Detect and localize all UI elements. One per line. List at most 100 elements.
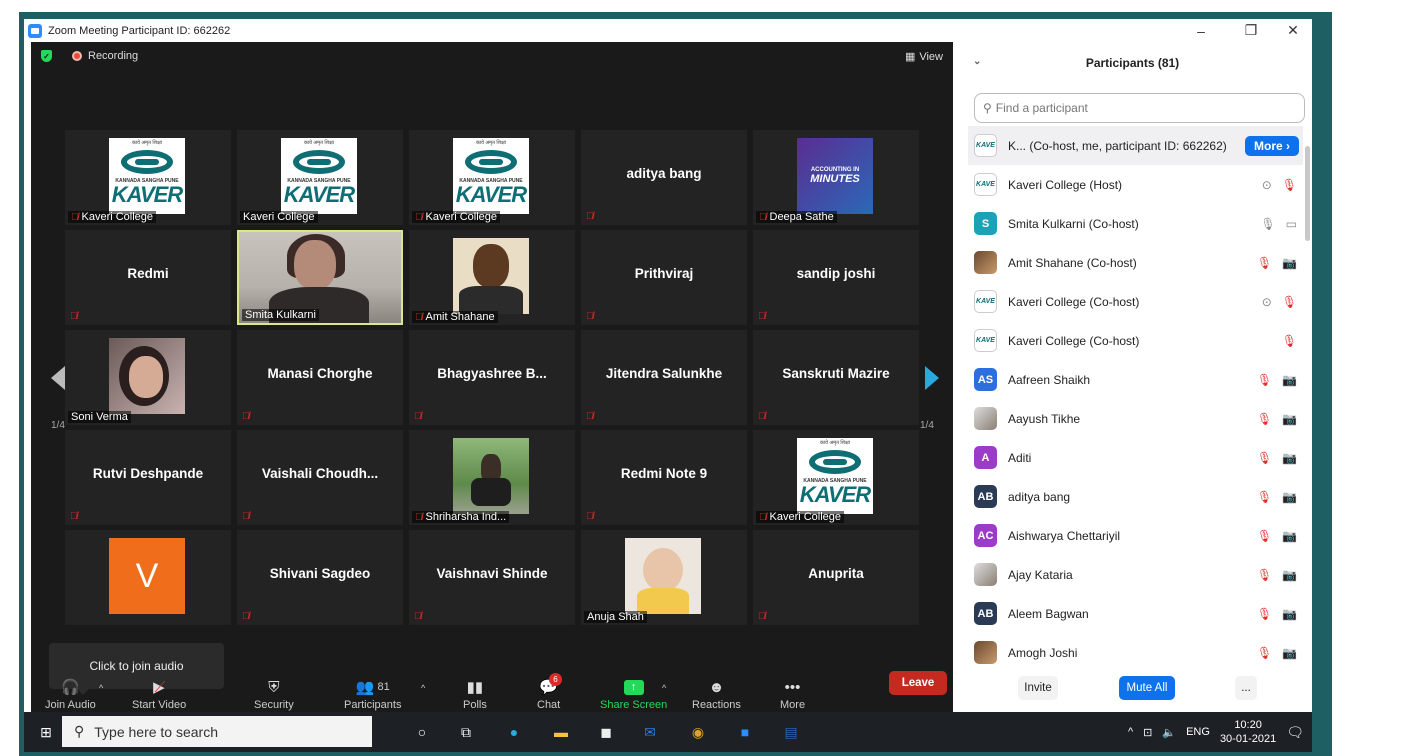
encryption-shield[interactable]: ✓ (41, 50, 52, 62)
video-tile[interactable]: कावे अमृत शिक्षा KANNADA SANGHA PUNE KAVER… (65, 130, 231, 225)
participant-row[interactable]: Amit Shahane (Co-host) 🎙 📷 (968, 243, 1303, 282)
accounting-line2: MINUTES (810, 173, 860, 185)
more-button[interactable]: ••• More (780, 677, 805, 712)
invite-button[interactable]: Invite (1018, 676, 1058, 700)
profile-photo (109, 338, 185, 414)
video-tile[interactable]: aditya bang 🎙̸ (581, 130, 747, 225)
share-options-caret[interactable]: ^ (662, 683, 666, 693)
participant-row[interactable]: Amogh Joshi 🎙 📷 (968, 633, 1303, 672)
chat-button[interactable]: 💬 6 Chat (537, 673, 562, 711)
minimize-button[interactable]: – (1181, 19, 1221, 42)
participant-row[interactable]: Ajay Kataria 🎙 📷 (968, 555, 1303, 594)
edge-browser-icon[interactable]: ● (502, 720, 526, 744)
video-tile[interactable]: Anuprita 🎙̸ (753, 530, 919, 625)
video-tile[interactable]: कावे अमृत शिक्षा KANNADA SANGHA PUNE KAVER… (753, 430, 919, 525)
language-indicator[interactable]: ENG (1186, 726, 1210, 738)
mute-all-button[interactable]: Mute All (1119, 676, 1175, 700)
participant-row[interactable]: AS Aafreen Shaikh 🎙 📷 (968, 360, 1303, 399)
participant-status-icons: 🎙 📷 (1257, 451, 1297, 465)
video-tile[interactable]: Rutvi Deshpande 🎙̸ (65, 430, 231, 525)
collapse-chevron-icon[interactable]: ⌄ (973, 56, 981, 67)
participant-more-button[interactable]: More › (1245, 135, 1299, 156)
participant-name-label: 🎙̸ Kaveri College (412, 211, 501, 223)
participant-row[interactable]: AB aditya bang 🎙 📷 (968, 477, 1303, 516)
video-tile[interactable]: ACCOUNTING IN MINUTES 🎙̸ Deepa Sathe (753, 130, 919, 225)
previous-page-arrow-icon[interactable] (45, 348, 73, 408)
video-tile[interactable]: Vaishali Choudh... 🎙̸ (237, 430, 403, 525)
recording-indicator[interactable]: Recording (72, 50, 138, 62)
windows-start-icon[interactable]: ⊞ (34, 720, 58, 744)
view-button[interactable]: ▦ View (905, 50, 943, 64)
video-tile[interactable]: Bhagyashree B... 🎙̸ (409, 330, 575, 425)
participants-options-caret[interactable]: ^ (421, 683, 425, 693)
microphone-icon: 🎙 (1256, 255, 1273, 270)
video-tile[interactable]: Sanskruti Mazire 🎙̸ (753, 330, 919, 425)
participant-row[interactable]: A Aditi 🎙 📷 (968, 438, 1303, 477)
muted-mic-icon: 🎙̸ (415, 511, 423, 523)
participant-row[interactable]: Aayush Tikhe 🎙 📷 (968, 399, 1303, 438)
video-tile[interactable]: Redmi Note 9 🎙̸ (581, 430, 747, 525)
maximize-button[interactable]: ❐ (1231, 19, 1271, 42)
chrome-icon[interactable]: ◉ (686, 720, 710, 744)
participants-button[interactable]: 👥 81 Participants (344, 677, 401, 711)
participant-row[interactable]: AC Aishwarya Chettariyil 🎙 📷 (968, 516, 1303, 555)
participant-list-scrollbar[interactable] (1305, 146, 1310, 241)
video-tile[interactable]: sandip joshi 🎙̸ (753, 230, 919, 325)
video-tile[interactable]: Shivani Sagdeo 🎙̸ (237, 530, 403, 625)
video-tile[interactable]: Soni Verma (65, 330, 231, 425)
participant-status-icons: 🎙 (1282, 334, 1297, 348)
muted-mic-icon: 🎙̸ (586, 511, 594, 522)
participant-row[interactable]: KAVE K... (Co-host, me, participant ID: 6… (968, 126, 1303, 165)
kaveri-avatar: KAVE (974, 134, 997, 157)
participant-row[interactable]: KAVE Kaveri College (Co-host) 🎙 (968, 321, 1303, 360)
join-audio-button[interactable]: 🎧 Join Audio (45, 677, 96, 711)
video-tile[interactable]: Vaishnavi Shinde 🎙̸ (409, 530, 575, 625)
participant-name: Ajay Kataria (1008, 567, 1073, 582)
audio-options-caret[interactable]: ^ (99, 683, 103, 693)
participant-search-input[interactable]: ⚲ Find a participant (974, 93, 1305, 123)
participant-name: Rutvi Deshpande (92, 466, 204, 481)
mail-icon[interactable]: ✉ (638, 720, 662, 744)
video-tile[interactable]: Manasi Chorghe 🎙̸ (237, 330, 403, 425)
video-tile[interactable]: Smita Kulkarni (237, 230, 403, 325)
video-tile[interactable]: Jitendra Salunkhe 🎙̸ (581, 330, 747, 425)
initials-avatar: AS (974, 368, 997, 391)
zoom-taskbar-icon[interactable]: ■ (733, 720, 757, 744)
muted-mic-icon: 🎙̸ (70, 511, 78, 522)
tray-chevron-icon[interactable]: ^ (1128, 726, 1133, 738)
polls-button[interactable]: ▮▮ Polls (463, 677, 487, 711)
panel-more-button[interactable]: ... (1235, 676, 1257, 700)
participant-row[interactable]: AB Aleem Bagwan 🎙 📷 (968, 594, 1303, 633)
video-tile[interactable]: कावे अमृत शिक्षा KANNADA SANGHA PUNE KAVER… (409, 130, 575, 225)
notifications-icon[interactable]: 🗨 (1286, 724, 1304, 741)
store-icon[interactable]: ◼ (594, 720, 618, 744)
next-page-arrow-icon[interactable] (917, 348, 945, 408)
video-tile[interactable]: Prithviraj 🎙̸ (581, 230, 747, 325)
video-tile[interactable]: Redmi 🎙̸ (65, 230, 231, 325)
participant-row[interactable]: KAVE Kaveri College (Host) ⊙ 🎙 (968, 165, 1303, 204)
video-tile[interactable]: Anuja Shah (581, 530, 747, 625)
participant-name: Aleem Bagwan (1008, 606, 1089, 621)
video-tile[interactable]: कावे अमृत शिक्षा KANNADA SANGHA PUNE KAVER… (237, 130, 403, 225)
notes-app-icon[interactable]: ▤ (779, 720, 803, 744)
security-button[interactable]: ⛨ Security (254, 677, 294, 712)
taskbar-search-box[interactable]: ⚲ Type here to search (62, 716, 372, 747)
cortana-icon[interactable]: ○ (410, 720, 434, 744)
video-tile[interactable]: 🎙̸ Shriharsha Ind... (409, 430, 575, 525)
volume-icon[interactable]: 🔈 (1162, 726, 1176, 739)
share-screen-button[interactable]: ↑ Share Screen (600, 677, 667, 711)
leave-button[interactable]: Leave (889, 671, 947, 695)
video-tile[interactable]: 🎙̸ Amit Shahane (409, 230, 575, 325)
file-explorer-icon[interactable]: ▬ (549, 720, 573, 744)
reactions-button[interactable]: ☻ Reactions (692, 677, 741, 712)
participant-name-label: 🎙̸ Shriharsha Ind... (412, 511, 510, 523)
task-view-icon[interactable]: ⧉ (454, 720, 478, 744)
participant-row[interactable]: S Smita Kulkarni (Co-host) 🎙 ▭ (968, 204, 1303, 243)
close-button[interactable]: ✕ (1273, 19, 1312, 42)
network-icon[interactable]: ⊡ (1143, 726, 1152, 739)
start-video-button[interactable]: ▶ ⟋ Start Video (132, 677, 186, 712)
video-tile[interactable]: V (65, 530, 231, 625)
clock[interactable]: 10:20 30-01-2021 (1220, 718, 1276, 746)
participant-row[interactable]: KAVE Kaveri College (Co-host) ⊙ 🎙 (968, 282, 1303, 321)
participant-name: Aayush Tikhe (1008, 411, 1081, 426)
